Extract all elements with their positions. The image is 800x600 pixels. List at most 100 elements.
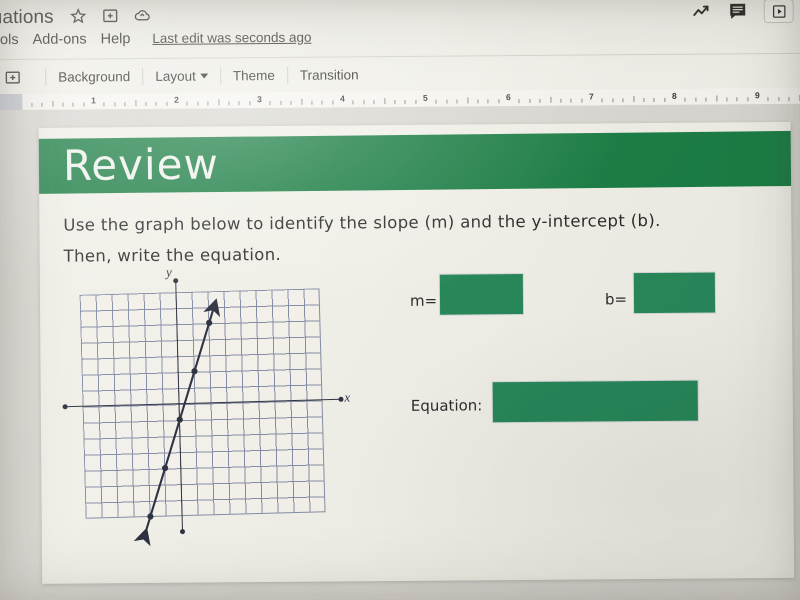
ruler-tick [643,98,645,103]
ruler-tick [715,95,717,102]
move-to-folder-icon[interactable] [102,7,119,24]
ruler-tick [197,101,199,106]
data-point [161,464,169,472]
ruler-tick [747,97,749,102]
ruler-tick [653,98,655,103]
title-banner[interactable]: Review [38,130,795,194]
ruler-number: 9 [754,90,760,101]
data-point [147,513,154,520]
instructions-text[interactable]: Use the graph below to identify the slop… [63,204,763,271]
ruler-tick [249,101,251,106]
title-icon-group [70,7,151,25]
ruler-tick [31,102,33,107]
activity-trend-icon[interactable] [692,2,712,22]
ruler-tick [207,101,209,106]
cloud-sync-icon[interactable] [134,7,151,24]
equation-answer-blank[interactable] [492,380,698,423]
slope-label: m= [409,291,438,310]
menu-item-addons[interactable]: Add-ons [32,31,86,47]
chevron-down-icon [199,73,208,79]
ruler-tick [612,98,614,103]
ruler-tick [321,100,323,105]
ruler-tick [228,101,230,106]
ruler-tick [280,100,282,105]
ruler-tick [217,99,219,106]
ruler-tick [498,99,500,104]
ruler-number: 4 [340,93,345,104]
ruler-tick [103,102,105,107]
ruler-tick [41,102,43,107]
ruler-tick [155,101,157,106]
ruler-tick [664,97,666,102]
background-button[interactable]: Background [58,69,130,85]
intercept-answer-blank[interactable] [633,272,716,314]
ruler-tick [300,98,302,105]
ruler-number: 7 [588,91,594,102]
toolbar-separator [219,67,221,85]
ruler-number: 6 [505,92,511,103]
ruler-tick [632,96,634,103]
ruler-tick [352,100,354,105]
top-right-actions [692,0,794,24]
ruler-tick [166,101,168,106]
plotted-line [133,298,221,547]
new-slide-icon[interactable] [4,69,21,86]
present-button[interactable] [763,0,794,24]
ruler-tick [383,98,385,105]
ruler-tick [560,98,562,103]
transition-button[interactable]: Transition [300,67,359,82]
ruler-tick [466,97,468,104]
ruler-tick [134,100,136,107]
ruler-tick [446,99,448,104]
ruler-tick [695,97,697,102]
equation-label: Equation: [410,396,483,415]
instructions-line-1: Use the graph below to identify the slop… [63,210,661,235]
slide-workspace: Review Use the graph below to identify t… [0,103,800,600]
toolbar-separator [286,66,288,84]
star-icon[interactable] [70,7,87,24]
ruler-tick [332,100,334,105]
menu-item-tools[interactable]: ools [0,32,19,48]
equation-row: Equation: [411,380,751,427]
ruler-tick [518,99,520,104]
ruler-tick [404,99,406,104]
ruler-tick [788,96,790,101]
last-edit-status[interactable]: Last edit was seconds ago [152,30,311,46]
ruler-tick [114,102,116,107]
toolbar-separator [142,68,144,86]
ruler-tick [145,101,147,107]
ruler-tick [539,98,541,103]
ruler-tick [72,102,74,107]
ruler-tick [415,99,417,104]
slide-canvas[interactable]: Review Use the graph below to identify t… [38,121,795,584]
ruler-number: 8 [671,90,677,101]
ruler-number: 2 [174,94,179,105]
coordinate-graph[interactable]: y x [47,264,355,566]
ruler-tick [529,98,531,103]
slide-title: Review [62,138,220,190]
ruler-tick [363,100,365,105]
comments-icon[interactable] [728,1,748,21]
document-title[interactable]: uations [0,7,54,29]
ruler-number: 3 [257,94,262,105]
slope-answer-blank[interactable] [439,274,524,315]
ruler-tick [622,98,624,103]
ruler-tick [435,99,437,104]
menu-bar: ools Add-ons Help Last edit was seconds … [0,30,312,49]
ruler-tick [736,97,738,102]
ruler-tick [269,101,271,106]
ruler-left-cap [0,93,23,111]
ruler-tick [394,100,396,105]
ruler-tick [778,97,780,102]
theme-button[interactable]: Theme [233,68,275,83]
menu-item-help[interactable]: Help [100,31,130,47]
ruler-tick [570,98,572,103]
top-bar: uations ools Add-ons Help Last edit was … [0,0,800,62]
intercept-label: b= [604,290,628,309]
ruler-tick [83,102,85,107]
ruler-tick [726,97,728,102]
ruler-tick [487,99,489,104]
layout-button[interactable]: Layout [155,69,208,84]
ruler-tick [549,96,551,103]
google-slides-window: uations ools Add-ons Help Last edit was … [0,0,800,600]
